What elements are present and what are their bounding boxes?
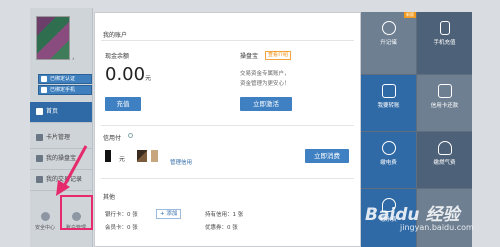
username: ， [72,55,78,61]
add-card-button[interactable]: + 添加 [156,209,182,219]
bank-card-count: 银行卡：0 张 [105,212,138,218]
tile-transfer[interactable]: 我要转账 [361,75,416,131]
tile-gas-bill[interactable]: 缴燃气费 [417,132,472,188]
plug-icon [437,141,452,155]
tab-security-center[interactable]: 安全中心 [32,208,58,236]
piggy-bank-icon [381,21,396,35]
credit-label: 信用付 [103,135,122,142]
help-icon[interactable] [128,133,133,138]
cpb-label: 操盘宝 [240,53,259,60]
cash-amount: 0.00元 [105,64,152,85]
activate-button[interactable]: 立即激活 [240,97,292,111]
phone-icon [439,21,450,35]
manage-credit-link[interactable]: 管理信用 [170,158,192,166]
tile-credit-card-repay[interactable]: 信用卡还款 [417,75,472,131]
sidebar-item-home[interactable]: 首页 [30,102,92,123]
credit-unit: 元 [119,156,126,163]
phone-bound-badge[interactable]: 已绑定手机 [38,85,92,95]
transfer-icon [381,84,396,98]
credit-card-icon [437,84,452,98]
avatar[interactable] [36,16,70,60]
recharge-button[interactable]: 充值 [105,97,141,111]
divider [101,178,354,179]
wallet-icon [36,155,43,162]
id-card-icon [41,76,47,82]
highlight-box [60,195,93,230]
verified-badge[interactable]: 已绑定认证 [38,74,92,84]
pointer-arrow-icon [56,145,88,196]
coupon-count: 优惠券：0 张 [205,225,238,231]
divider [101,125,354,126]
phone-icon [41,87,47,93]
cpb-intro-link[interactable]: 查看介绍 [265,51,292,60]
main-panel: 我的账户 现金余额 0.00元 充值 操盘宝 查看介绍 交易资金专属账户， 资金… [94,12,361,247]
card-icon [36,134,43,141]
cpb-desc-line1: 交易资金专属账户， [240,71,290,77]
cash-label: 现金余额 [105,53,130,60]
watermark-logo: Baidu 经验 [365,205,460,225]
tile-savings[interactable]: 新版 升记储 [361,12,416,74]
other-label: 其他 [103,194,116,201]
redacted-image [151,150,158,162]
page-title: 我的账户 [103,32,128,39]
home-icon [36,108,43,115]
member-card-count: 会员卡：0 张 [105,225,138,231]
divider [101,40,354,41]
redacted-amount [105,150,115,162]
redacted-image [137,150,147,162]
held-credit-count: 持有信用：1 张 [205,212,244,218]
consume-button[interactable]: 立即消费 [305,149,349,163]
shield-icon [40,212,50,221]
watermark-url: jingyan.baidu.com [400,223,474,232]
lightbulb-icon [381,141,396,155]
tile-mobile-recharge[interactable]: 手机充值 [417,12,472,74]
cpb-desc-line2: 资金管理为更安心！ [240,81,290,87]
list-icon [36,176,43,183]
tile-electricity-bill[interactable]: 缴电费 [361,132,416,188]
